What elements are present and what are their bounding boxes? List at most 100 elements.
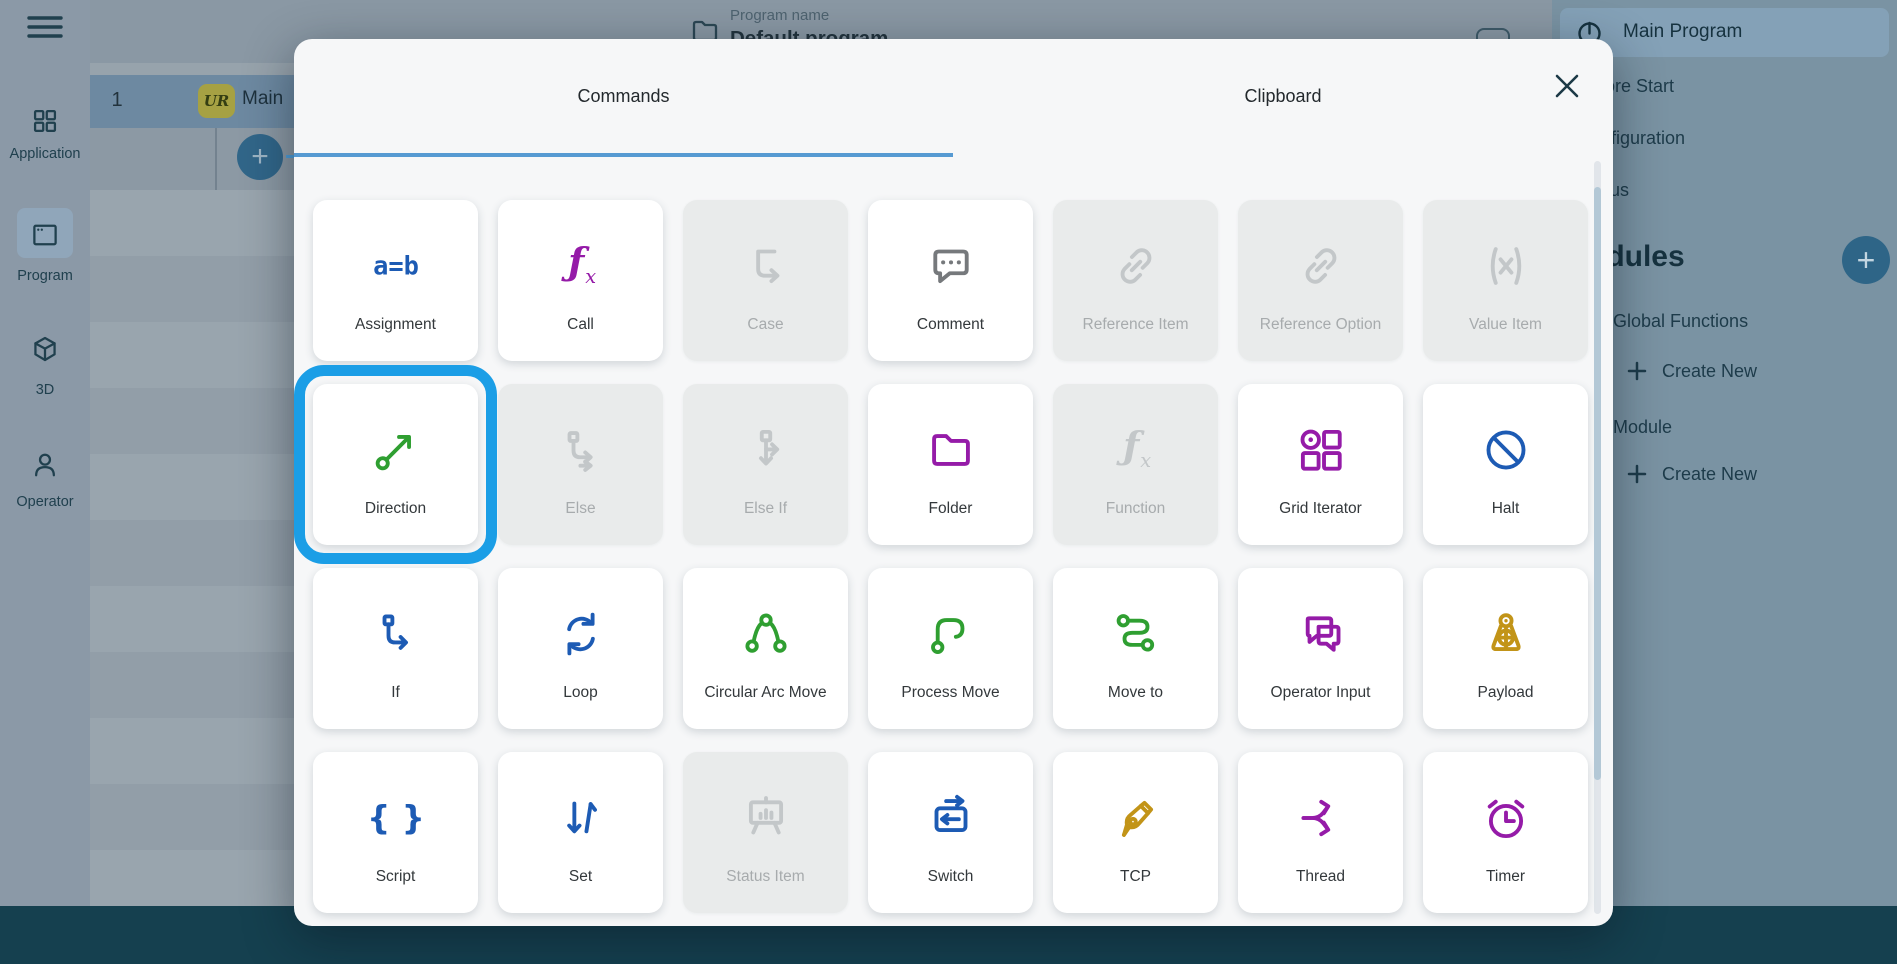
create-new-button[interactable]: Create New bbox=[1626, 463, 1757, 485]
command-tile-label: Set bbox=[498, 868, 663, 886]
link-icon bbox=[1238, 237, 1403, 295]
link-icon bbox=[1053, 237, 1218, 295]
command-tile-label: Move to bbox=[1053, 684, 1218, 702]
command-tile-label: Comment bbox=[868, 316, 1033, 334]
thread-icon bbox=[1238, 789, 1403, 847]
move-to-icon bbox=[1053, 605, 1218, 663]
command-tile-if[interactable]: If bbox=[313, 568, 478, 729]
person-icon bbox=[28, 448, 62, 482]
comment-icon bbox=[868, 237, 1033, 295]
program-name-label: Program name bbox=[730, 7, 829, 24]
command-tile-value-item: Value Item bbox=[1423, 200, 1588, 361]
add-module-button[interactable]: + bbox=[1842, 236, 1890, 284]
row-number: 1 bbox=[102, 89, 132, 112]
command-tile-thread[interactable]: Thread bbox=[1238, 752, 1403, 913]
status-item-icon bbox=[683, 789, 848, 847]
command-tile-comment[interactable]: Comment bbox=[868, 200, 1033, 361]
command-tile-loop[interactable]: Loop bbox=[498, 568, 663, 729]
command-tile-grid-iterator[interactable]: Grid Iterator bbox=[1238, 384, 1403, 545]
command-tile-label: Else If bbox=[683, 500, 848, 518]
cube-icon bbox=[28, 332, 62, 366]
command-tile-folder[interactable]: Folder bbox=[868, 384, 1033, 545]
halt-icon bbox=[1423, 421, 1588, 479]
case-icon bbox=[683, 237, 848, 295]
create-new-label: Create New bbox=[1662, 361, 1757, 382]
command-tile-label: Reference Option bbox=[1238, 316, 1403, 334]
command-tile-label: Thread bbox=[1238, 868, 1403, 886]
command-tile-label: Status Item bbox=[683, 868, 848, 886]
else-if-icon bbox=[683, 421, 848, 479]
command-tile-else-if: Else If bbox=[683, 384, 848, 545]
command-tile-reference-option: Reference Option bbox=[1238, 200, 1403, 361]
right-panel-title: Main Program bbox=[1623, 21, 1742, 43]
loop-icon bbox=[498, 605, 663, 663]
hamburger-menu-button[interactable] bbox=[19, 10, 71, 44]
close-icon[interactable] bbox=[1553, 72, 1581, 100]
call-icon: ƒx bbox=[498, 237, 663, 295]
grid-iterator-icon bbox=[1238, 421, 1403, 479]
set-icon bbox=[498, 789, 663, 847]
command-tile-label: Timer bbox=[1423, 868, 1588, 886]
panel-group-global-functions[interactable]: Global Functions bbox=[1613, 311, 1748, 332]
svg-text:x: x bbox=[1140, 449, 1151, 472]
else-icon bbox=[498, 421, 663, 479]
svg-text:x: x bbox=[585, 265, 596, 288]
command-picker-modal: Commands Clipboard a=bAssignmentƒxCall Ca… bbox=[294, 39, 1613, 926]
command-tile-label: Script bbox=[313, 868, 478, 886]
direction-icon bbox=[313, 421, 478, 479]
command-tile-label: Halt bbox=[1423, 500, 1588, 518]
tcp-icon bbox=[1053, 789, 1218, 847]
timer-icon bbox=[1423, 789, 1588, 847]
sidebar-item-label: Operator bbox=[0, 494, 90, 510]
plus-icon bbox=[1626, 360, 1648, 382]
command-tile-label: Loop bbox=[498, 684, 663, 702]
command-tile-label: Direction bbox=[313, 500, 478, 518]
tab-clipboard[interactable]: Clipboard bbox=[953, 39, 1613, 153]
create-new-button[interactable]: Create New bbox=[1626, 360, 1757, 382]
command-tile-label: Case bbox=[683, 316, 848, 334]
command-tile-direction[interactable]: Direction bbox=[313, 384, 478, 545]
sidebar-item-label: Application bbox=[0, 146, 90, 162]
switch-icon bbox=[868, 789, 1033, 847]
grid-icon bbox=[28, 104, 62, 138]
tab-commands[interactable]: Commands bbox=[294, 39, 953, 153]
command-tile-label: Assignment bbox=[313, 316, 478, 334]
command-tile-set[interactable]: Set bbox=[498, 752, 663, 913]
command-grid: a=bAssignmentƒxCall Case Comment Reference … bbox=[313, 200, 1588, 913]
sidebar-item-label: 3D bbox=[0, 382, 90, 398]
command-tile-label: TCP bbox=[1053, 868, 1218, 886]
panel-group-module[interactable]: Module bbox=[1613, 417, 1672, 438]
script-icon: { } bbox=[313, 789, 478, 847]
command-tile-status-item: Status Item bbox=[683, 752, 848, 913]
folder-icon bbox=[868, 421, 1033, 479]
command-tile-reference-item: Reference Item bbox=[1053, 200, 1218, 361]
command-tile-label: If bbox=[313, 684, 478, 702]
command-tile-label: Reference Item bbox=[1053, 316, 1218, 334]
modal-scrollbar-thumb[interactable] bbox=[1594, 187, 1601, 780]
command-tile-case: Case bbox=[683, 200, 848, 361]
svg-text:{ }: { } bbox=[367, 799, 425, 837]
command-tile-label: Circular Arc Move bbox=[683, 684, 848, 702]
sidebar-item-label: Program bbox=[0, 268, 90, 284]
command-tile-process-move[interactable]: Process Move bbox=[868, 568, 1033, 729]
command-tile-payload[interactable]: Payload bbox=[1423, 568, 1588, 729]
command-tile-script[interactable]: { } Script bbox=[313, 752, 478, 913]
command-tile-operator-input[interactable]: Operator Input bbox=[1238, 568, 1403, 729]
add-command-button[interactable]: + bbox=[237, 134, 283, 180]
command-tile-switch[interactable]: Switch bbox=[868, 752, 1033, 913]
command-tile-tcp[interactable]: TCP bbox=[1053, 752, 1218, 913]
plus-icon: + bbox=[1857, 244, 1876, 276]
plus-icon: + bbox=[251, 142, 269, 172]
command-tile-halt[interactable]: Halt bbox=[1423, 384, 1588, 545]
command-tile-move-to[interactable]: Move to bbox=[1053, 568, 1218, 729]
plus-icon bbox=[1626, 463, 1648, 485]
value-item-icon bbox=[1423, 237, 1588, 295]
command-tile-label: Folder bbox=[868, 500, 1033, 518]
command-tile-circular-arc-move[interactable]: Circular Arc Move bbox=[683, 568, 848, 729]
command-tile-call[interactable]: ƒxCall bbox=[498, 200, 663, 361]
command-tile-function: ƒxFunction bbox=[1053, 384, 1218, 545]
command-tile-label: Process Move bbox=[868, 684, 1033, 702]
command-tile-assignment[interactable]: a=bAssignment bbox=[313, 200, 478, 361]
command-tile-label: Else bbox=[498, 500, 663, 518]
command-tile-timer[interactable]: Timer bbox=[1423, 752, 1588, 913]
